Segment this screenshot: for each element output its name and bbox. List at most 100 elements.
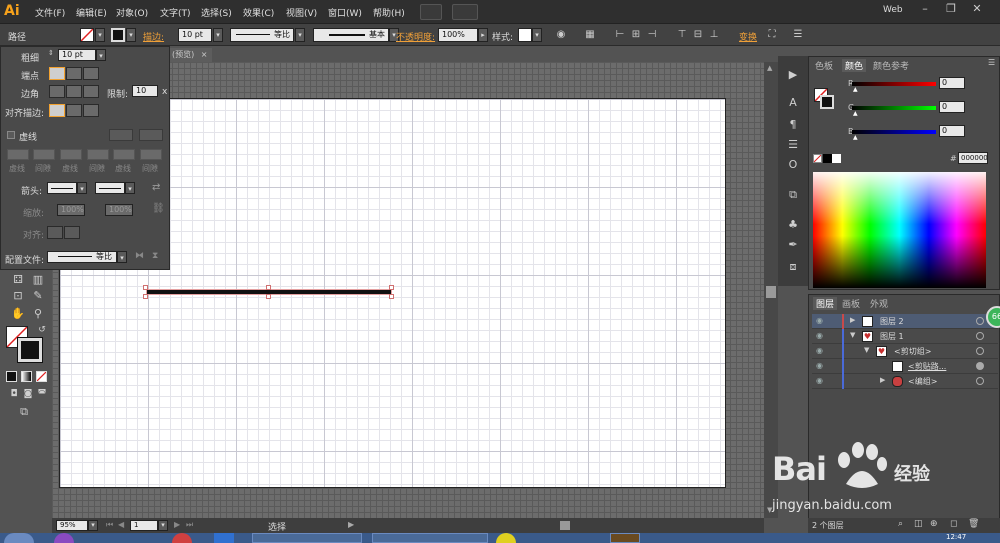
menu-window[interactable]: 窗口(W) bbox=[328, 6, 362, 19]
draw-inside-icon[interactable]: ◚ bbox=[34, 386, 50, 402]
anchor-handle[interactable] bbox=[266, 294, 271, 299]
graphic-style-swatch[interactable] bbox=[518, 28, 532, 42]
taskbar-app-icon[interactable] bbox=[496, 533, 516, 543]
artboard-number-field[interactable]: 1 bbox=[130, 520, 158, 531]
opacity-dropdown[interactable]: ▸ bbox=[478, 28, 488, 42]
horizontal-scroll-thumb[interactable] bbox=[560, 521, 570, 530]
first-artboard-icon[interactable]: ⏮ bbox=[106, 520, 113, 530]
align-center-button[interactable] bbox=[49, 104, 65, 117]
layer-name[interactable]: 图层 2 bbox=[880, 316, 904, 327]
layer-row[interactable]: ◉ ▶ 图层 2 bbox=[812, 314, 998, 329]
layer-name[interactable]: 图层 1 bbox=[880, 331, 904, 342]
brushes-icon[interactable]: ✒ bbox=[786, 238, 800, 252]
opacity-field[interactable]: 100% bbox=[438, 28, 478, 42]
link-scale-icon[interactable]: ⛓ bbox=[152, 203, 165, 214]
stroke-weight-field[interactable]: 10 pt bbox=[178, 28, 212, 42]
tab-color[interactable]: 颜色 bbox=[842, 59, 867, 72]
visibility-eye-icon[interactable]: ◉ bbox=[816, 346, 826, 356]
miter-join-button[interactable] bbox=[49, 85, 65, 98]
minimize-icon[interactable]: – bbox=[914, 2, 936, 20]
start-button[interactable] bbox=[4, 533, 34, 543]
layer-name[interactable]: <剪贴路... bbox=[908, 361, 946, 372]
end-scale-field[interactable]: 100% bbox=[105, 204, 133, 216]
none-swatch[interactable] bbox=[813, 154, 822, 163]
stroke-swatch-dropdown[interactable]: ▾ bbox=[126, 28, 136, 42]
stroke-weight-dropdown[interactable]: ▾ bbox=[213, 28, 223, 42]
opentype-icon[interactable]: O bbox=[786, 158, 800, 172]
target-icon[interactable] bbox=[976, 377, 984, 385]
align-right-icon[interactable]: ⊣ bbox=[646, 29, 658, 41]
start-scale-field[interactable]: 100% bbox=[57, 204, 85, 216]
gap-field-3[interactable] bbox=[140, 149, 162, 160]
dash-field-3[interactable] bbox=[113, 149, 135, 160]
profile-dropdown[interactable]: ▾ bbox=[295, 28, 305, 42]
workspace-switcher[interactable]: Web bbox=[883, 5, 903, 15]
menu-type[interactable]: 文字(T) bbox=[160, 6, 191, 19]
profile-dropdown[interactable]: ▾ bbox=[117, 251, 127, 263]
bevel-join-button[interactable] bbox=[83, 85, 99, 98]
layer-row[interactable]: ◉ ▶ <编组> bbox=[812, 374, 998, 389]
links-icon[interactable]: ⧈ bbox=[786, 260, 800, 274]
clipping-mask-icon[interactable]: ◫ bbox=[914, 519, 923, 529]
align-vcenter-icon[interactable]: ⊟ bbox=[692, 29, 704, 41]
locate-object-icon[interactable]: ⌕ bbox=[898, 519, 903, 529]
arrow-place-button[interactable] bbox=[64, 226, 80, 239]
dash-field-2[interactable] bbox=[60, 149, 82, 160]
align-top-icon[interactable]: ⊤ bbox=[676, 29, 688, 41]
end-arrow-select[interactable] bbox=[95, 182, 125, 194]
none-mode-button[interactable] bbox=[36, 371, 47, 382]
new-layer-icon[interactable]: ◻ bbox=[950, 519, 957, 529]
align-inside-button[interactable] bbox=[66, 104, 82, 117]
color-spectrum[interactable] bbox=[813, 172, 986, 288]
menu-object[interactable]: 对象(O) bbox=[116, 6, 148, 19]
black-swatch[interactable] bbox=[823, 154, 832, 163]
close-icon[interactable]: ✕ bbox=[966, 2, 988, 20]
arrow-extend-button[interactable] bbox=[47, 226, 63, 239]
fill-dropdown[interactable]: ▾ bbox=[95, 28, 105, 42]
layer-name[interactable]: <编组> bbox=[908, 376, 937, 387]
panel-menu-icon[interactable]: ☰ bbox=[988, 58, 995, 67]
target-icon[interactable] bbox=[976, 317, 984, 325]
layer-name[interactable]: <剪切组> bbox=[894, 346, 931, 357]
align-dash-button[interactable] bbox=[139, 129, 163, 141]
last-artboard-icon[interactable]: ⏭ bbox=[186, 520, 193, 530]
tab-color-guide[interactable]: 颜色参考 bbox=[873, 59, 909, 72]
visibility-eye-icon[interactable]: ◉ bbox=[816, 316, 826, 326]
color-panel-stroke[interactable] bbox=[820, 95, 834, 109]
status-menu-icon[interactable]: ▶ bbox=[348, 520, 354, 529]
menu-edit[interactable]: 编辑(E) bbox=[76, 6, 107, 19]
anchor-handle[interactable] bbox=[389, 294, 394, 299]
round-join-button[interactable] bbox=[66, 85, 82, 98]
align-bottom-icon[interactable]: ⊥ bbox=[708, 29, 720, 41]
character-icon[interactable]: A bbox=[786, 96, 800, 110]
zoom-icon[interactable]: ⚲ bbox=[30, 306, 46, 322]
close-tab-icon[interactable]: × bbox=[201, 50, 208, 59]
align-panel-icon[interactable]: ☰ bbox=[786, 138, 800, 152]
hex-field[interactable]: 000000 bbox=[958, 152, 988, 164]
zoom-field[interactable]: 95% bbox=[56, 520, 88, 531]
tab-artboards[interactable]: 画板 bbox=[842, 297, 860, 310]
preserve-dash-button[interactable] bbox=[109, 129, 133, 141]
layer-row[interactable]: ◉ ▼ ♥ 图层 1 bbox=[812, 329, 998, 344]
target-icon[interactable] bbox=[976, 362, 984, 370]
hand-icon[interactable]: ✋ bbox=[10, 306, 26, 322]
vertical-scroll-thumb[interactable] bbox=[766, 286, 776, 298]
visibility-eye-icon[interactable]: ◉ bbox=[816, 376, 826, 386]
taskbar-app-icon[interactable] bbox=[172, 533, 192, 543]
visibility-eye-icon[interactable]: ◉ bbox=[816, 331, 826, 341]
tab-swatches[interactable]: 色板 bbox=[815, 59, 833, 72]
align-left-icon[interactable]: ⊢ bbox=[614, 29, 626, 41]
menu-view[interactable]: 视图(V) bbox=[286, 6, 317, 19]
align-to-icon[interactable]: ▦ bbox=[584, 29, 596, 41]
stroke-color-box[interactable] bbox=[17, 337, 43, 363]
maximize-icon[interactable]: ❐ bbox=[940, 2, 962, 20]
r-slider[interactable] bbox=[852, 82, 936, 86]
color-mode-button[interactable] bbox=[6, 371, 17, 382]
layer-row[interactable]: ◉ ▼ ♥ <剪切组> bbox=[812, 344, 998, 359]
screen-mode-icon[interactable]: ⧉ bbox=[16, 404, 32, 420]
butt-cap-button[interactable] bbox=[49, 67, 65, 80]
swap-arrows-icon[interactable]: ⇄ bbox=[152, 182, 160, 193]
new-sublayer-icon[interactable]: ⊕ bbox=[930, 519, 938, 529]
anchor-handle[interactable] bbox=[266, 285, 271, 290]
panel-menu-icon[interactable]: ☰ bbox=[792, 29, 804, 41]
